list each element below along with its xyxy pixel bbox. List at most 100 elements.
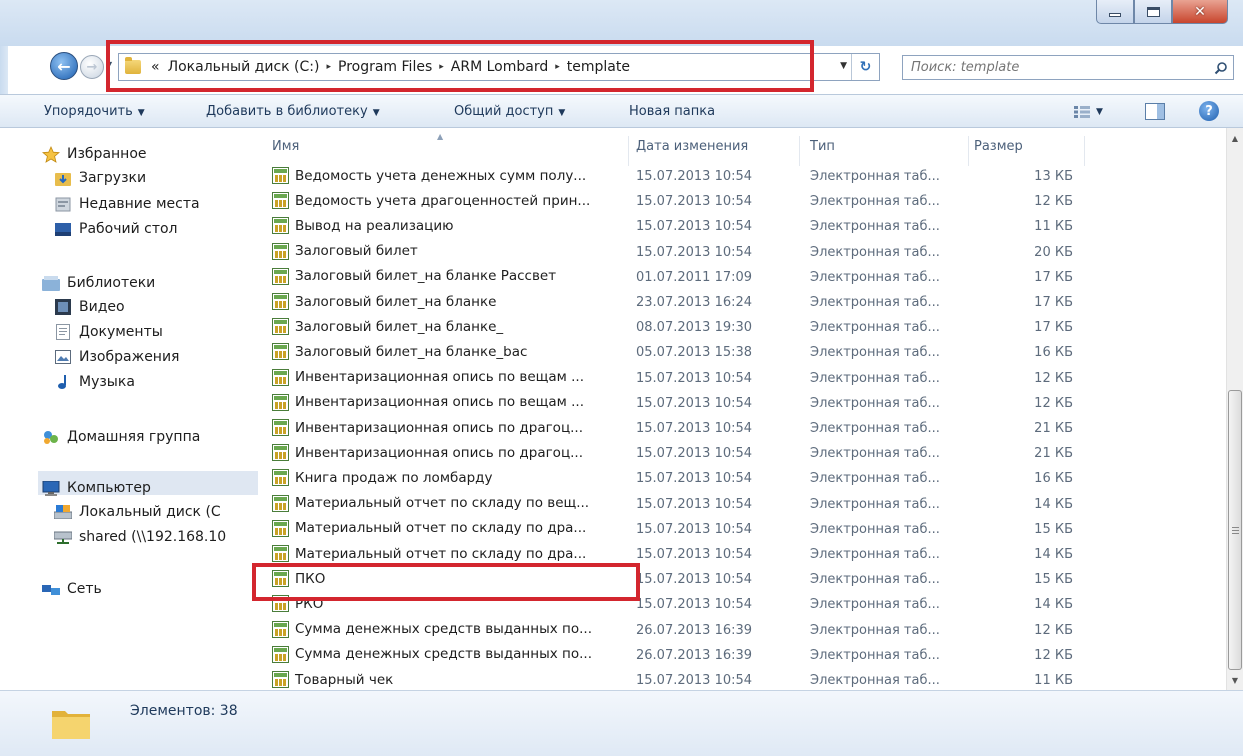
- file-row[interactable]: ПКО 15.07.2013 10:54 Электронная таб... 15 …: [262, 567, 1226, 592]
- vertical-scrollbar[interactable]: ▲ ▼: [1226, 128, 1243, 690]
- column-divider[interactable]: [628, 136, 629, 166]
- nav-libraries[interactable]: Библиотеки: [42, 272, 155, 294]
- file-row[interactable]: Инвентаризационная опись по вещам ... 15.…: [262, 366, 1226, 391]
- file-row[interactable]: Книга продаж по ломбарду 15.07.2013 10:54…: [262, 466, 1226, 491]
- address-history-dropdown[interactable]: ▼: [840, 61, 847, 71]
- maximize-button[interactable]: [1134, 0, 1172, 24]
- forward-button[interactable]: →: [80, 55, 104, 79]
- chevron-right-icon[interactable]: ▸: [326, 62, 331, 72]
- column-header-type[interactable]: Тип: [810, 139, 835, 154]
- file-row[interactable]: Залоговый билет_на бланке_ 08.07.2013 19:…: [262, 315, 1226, 340]
- search-input[interactable]: [903, 60, 1209, 75]
- file-name[interactable]: Товарный чек: [272, 671, 393, 688]
- file-name[interactable]: Сумма денежных средств выданных по...: [272, 620, 592, 638]
- scroll-thumb[interactable]: [1228, 390, 1242, 670]
- column-divider[interactable]: [1084, 136, 1085, 166]
- file-name[interactable]: Вывод на реализацию: [272, 217, 453, 235]
- nav-favorites[interactable]: Избранное: [42, 143, 147, 165]
- file-name-label: Ведомость учета денежных сумм полу...: [295, 167, 587, 184]
- file-row[interactable]: Залоговый билет_на бланке Рассвет 01.07.2…: [262, 265, 1226, 290]
- file-name[interactable]: Книга продаж по ломбарду: [272, 469, 493, 487]
- file-name[interactable]: Ведомость учета драгоценностей прин...: [272, 192, 590, 210]
- nav-downloads[interactable]: Загрузки: [54, 167, 146, 189]
- file-name[interactable]: Залоговый билет_на бланке_: [272, 318, 503, 336]
- file-row[interactable]: Залоговый билет_на бланке_bac 05.07.2013 …: [262, 340, 1226, 365]
- address-bar[interactable]: « Локальный диск (C:) ▸ Program Files ▸ …: [118, 53, 880, 81]
- nav-local-disk[interactable]: Локальный диск (С: [54, 501, 221, 523]
- recent-pages-dropdown[interactable]: ▼: [106, 60, 112, 69]
- file-name[interactable]: Инвентаризационная опись по вещам ...: [272, 368, 584, 386]
- new-folder-button[interactable]: Новая папка: [629, 104, 715, 119]
- column-divider[interactable]: [799, 136, 800, 166]
- nav-video[interactable]: Видео: [54, 296, 125, 318]
- file-row[interactable]: Сумма денежных средств выданных по... 26.…: [262, 643, 1226, 668]
- file-row[interactable]: Ведомость учета драгоценностей прин... 15…: [262, 189, 1226, 214]
- search-icon[interactable]: [1209, 61, 1233, 75]
- minimize-button[interactable]: [1096, 0, 1134, 24]
- file-size: 15 КБ: [1034, 521, 1073, 537]
- refresh-button[interactable]: ↻: [851, 54, 879, 80]
- file-name[interactable]: Материальный отчет по складу по дра...: [272, 519, 586, 537]
- add-to-library-menu[interactable]: Добавить в библиотеку ▼: [206, 104, 380, 119]
- file-row[interactable]: Материальный отчет по складу по вещ... 15…: [262, 492, 1226, 517]
- file-name[interactable]: Материальный отчет по складу по дра...: [272, 545, 586, 562]
- file-type: Электронная таб...: [810, 647, 940, 663]
- organize-menu[interactable]: Упорядочить ▼: [44, 104, 145, 119]
- preview-pane-button[interactable]: [1145, 103, 1165, 120]
- breadcrumb-overflow[interactable]: «: [151, 59, 160, 75]
- file-row[interactable]: Материальный отчет по складу по дра... 15…: [262, 542, 1226, 567]
- change-view-button[interactable]: ▼: [1074, 103, 1114, 121]
- nav-computer[interactable]: Компьютер: [42, 477, 151, 499]
- nav-shared-drive[interactable]: shared (\\192.168.10: [54, 526, 226, 548]
- nav-desktop[interactable]: Рабочий стол: [54, 218, 178, 240]
- share-menu[interactable]: Общий доступ ▼: [454, 104, 565, 119]
- file-row[interactable]: Инвентаризационная опись по драгоц... 15.…: [262, 441, 1226, 466]
- chevron-right-icon[interactable]: ▸: [439, 62, 444, 72]
- scroll-up-arrow-icon[interactable]: ▲: [1227, 130, 1243, 146]
- file-name[interactable]: Залоговый билет_на бланке_bac: [272, 343, 527, 361]
- file-name[interactable]: Залоговый билет_на бланке: [272, 293, 496, 310]
- back-button[interactable]: ←: [50, 52, 78, 80]
- file-row[interactable]: Вывод на реализацию 15.07.2013 10:54 Элект…: [262, 214, 1226, 239]
- file-row[interactable]: Инвентаризационная опись по вещам ... 15.…: [262, 391, 1226, 416]
- file-date: 26.07.2013 16:39: [636, 622, 753, 638]
- column-divider[interactable]: [968, 136, 969, 166]
- file-row[interactable]: Инвентаризационная опись по драгоц... 15.…: [262, 416, 1226, 441]
- breadcrumb-template[interactable]: template: [567, 59, 630, 75]
- nav-network[interactable]: Сеть: [42, 578, 102, 600]
- nav-recent-places[interactable]: Недавние места: [54, 193, 200, 215]
- scroll-down-arrow-icon[interactable]: ▼: [1227, 672, 1243, 688]
- breadcrumb-local-disk[interactable]: Локальный диск (C:): [168, 59, 320, 75]
- file-name[interactable]: Сумма денежных средств выданных по...: [272, 645, 592, 663]
- help-button[interactable]: ?: [1199, 101, 1219, 121]
- nav-documents[interactable]: Документы: [54, 321, 163, 343]
- nav-images[interactable]: Изображения: [54, 346, 179, 368]
- breadcrumb-program-files[interactable]: Program Files: [338, 59, 432, 75]
- file-name[interactable]: РКО: [272, 595, 323, 613]
- nav-music[interactable]: Музыка: [54, 371, 135, 393]
- file-row[interactable]: Сумма денежных средств выданных по... 26.…: [262, 618, 1226, 643]
- column-header-size[interactable]: Размер: [974, 139, 1023, 154]
- nav-homegroup[interactable]: Домашняя группа: [42, 426, 200, 448]
- chevron-right-icon[interactable]: ▸: [555, 62, 560, 72]
- file-row[interactable]: Залоговый билет 15.07.2013 10:54 Электронн…: [262, 240, 1226, 265]
- search-box[interactable]: [902, 55, 1234, 80]
- close-button[interactable]: ✕: [1172, 0, 1228, 24]
- file-row[interactable]: Товарный чек 15.07.2013 10:54 Электронная …: [262, 668, 1226, 690]
- file-name[interactable]: Инвентаризационная опись по вещам ...: [272, 393, 584, 411]
- breadcrumb-arm-lombard[interactable]: ARM Lombard: [451, 59, 548, 75]
- column-header-name[interactable]: Имя: [272, 139, 299, 154]
- column-header-date[interactable]: Дата изменения: [636, 139, 748, 154]
- file-name[interactable]: Залоговый билет_на бланке Рассвет: [272, 267, 556, 285]
- file-row[interactable]: Ведомость учета денежных сумм полу... 15.…: [262, 164, 1226, 189]
- file-name[interactable]: Инвентаризационная опись по драгоц...: [272, 444, 583, 462]
- file-name[interactable]: ПКО: [272, 570, 325, 588]
- file-name[interactable]: Ведомость учета денежных сумм полу...: [272, 167, 586, 184]
- file-type: Электронная таб...: [810, 370, 940, 386]
- file-row[interactable]: Материальный отчет по складу по дра... 15…: [262, 517, 1226, 542]
- file-name[interactable]: Материальный отчет по складу по вещ...: [272, 494, 589, 512]
- file-name[interactable]: Инвентаризационная опись по драгоц...: [272, 419, 583, 436]
- file-row[interactable]: РКО 15.07.2013 10:54 Электронная таб... 14 …: [262, 592, 1226, 617]
- file-name[interactable]: Залоговый билет: [272, 242, 418, 260]
- file-row[interactable]: Залоговый билет_на бланке 23.07.2013 16:2…: [262, 290, 1226, 315]
